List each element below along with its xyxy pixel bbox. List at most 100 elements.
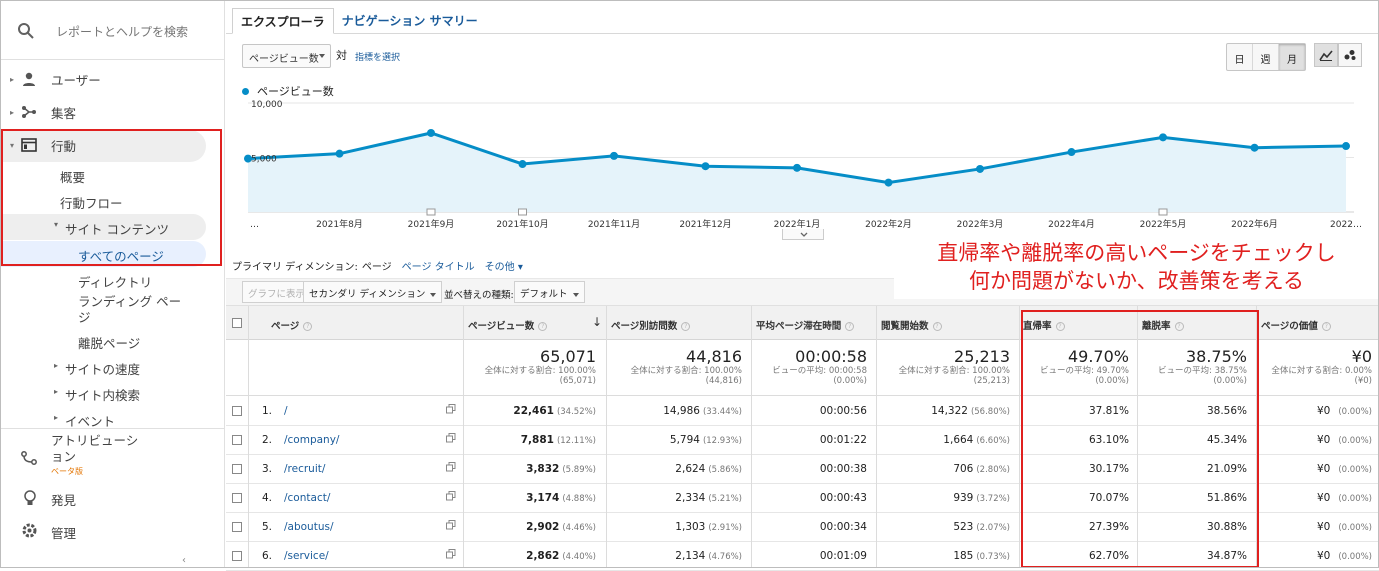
lightbulb-icon xyxy=(24,490,36,505)
header-pageviews[interactable]: ページビュー数? xyxy=(468,318,548,332)
bubble-chart-icon xyxy=(1344,50,1356,60)
total-sub: (0.00%) xyxy=(833,376,867,386)
x-tick-label: 2021年11月 xyxy=(588,218,640,230)
sort-desc-icon[interactable]: ↓ xyxy=(592,315,602,329)
header-avg-time[interactable]: 平均ページ滞在時間? xyxy=(756,318,855,332)
cell-entrances: 14,322 (56.80%) xyxy=(931,405,1010,417)
help-icon: ? xyxy=(932,322,942,331)
secondary-dimension-select[interactable]: セカンダリ ディメンション xyxy=(303,281,443,303)
row-number: 3. xyxy=(262,463,273,475)
data-point[interactable] xyxy=(1067,148,1076,157)
sidebar-sub-exit-pages[interactable]: 離脱ページ xyxy=(78,333,140,352)
row-checkbox[interactable] xyxy=(232,406,242,416)
page-link[interactable]: /service/ xyxy=(284,550,329,562)
page-link[interactable]: /aboutus/ xyxy=(284,521,334,533)
select-all-checkbox[interactable] xyxy=(232,318,242,328)
annotation-marker[interactable] xyxy=(518,208,527,216)
data-point[interactable] xyxy=(335,149,344,158)
data-point[interactable] xyxy=(1159,133,1167,142)
total-sub: (¥0) xyxy=(1354,376,1372,386)
page-link[interactable]: /recruit/ xyxy=(284,463,325,475)
open-page-icon[interactable] xyxy=(446,433,456,446)
cell-unique-pageviews: 2,624 (5.86%) xyxy=(675,463,742,475)
row-checkbox[interactable] xyxy=(232,493,242,503)
dimension-page-title-link[interactable]: ページ タイトル xyxy=(402,258,475,273)
pageviews-line-chart: 10,000 5,000 … 2021年8月 2021年9月 2021年10月 2021年1… xyxy=(244,100,1362,230)
total-cell: ¥0 全体に対する割合: 0.00% (¥0) xyxy=(1271,347,1372,386)
data-point[interactable] xyxy=(1342,142,1350,151)
total-sub: ビューの平均: 00:00:58 xyxy=(772,366,867,376)
open-page-icon[interactable] xyxy=(446,404,456,417)
total-sub: 全体に対する割合: 100.00% xyxy=(898,366,1010,376)
sidebar-sub-landing-pages[interactable]: ランディング ページ xyxy=(78,294,182,326)
x-tick-label: 2022… xyxy=(1330,220,1362,230)
line-chart-button[interactable] xyxy=(1314,43,1338,67)
period-week-button[interactable]: 週 xyxy=(1253,44,1279,70)
select-metric-link[interactable]: 指標を選択 xyxy=(355,50,400,63)
chart-collapse-handle[interactable] xyxy=(782,229,824,240)
series-area xyxy=(248,132,1346,212)
tab-navigation-summary[interactable]: ナビゲーション サマリー xyxy=(334,8,486,34)
total-cell: 25,213 全体に対する割合: 100.00% (25,213) xyxy=(899,347,1010,386)
collapse-sidebar-icon[interactable]: ‹ xyxy=(182,555,186,566)
data-point[interactable] xyxy=(427,128,435,137)
sidebar-sub-site-search[interactable]: サイト内検索 xyxy=(65,385,140,404)
legend-dot xyxy=(242,87,249,95)
report-search[interactable]: レポートとヘルプを検索 xyxy=(0,0,225,60)
chevron-down-icon xyxy=(430,292,437,297)
sidebar-item-discover[interactable]: 発見 xyxy=(51,490,76,509)
sidebar-item-attribution[interactable]: アトリビューション xyxy=(51,433,149,465)
period-month-button[interactable]: 月 xyxy=(1279,44,1305,70)
open-page-icon[interactable] xyxy=(446,549,456,562)
sort-type-select[interactable]: デフォルト xyxy=(514,281,585,303)
row-checkbox[interactable] xyxy=(232,435,242,445)
row-checkbox[interactable] xyxy=(232,551,242,561)
x-tick-label: 2021年12月 xyxy=(679,218,731,230)
cell-pageviews: 2,862 (4.40%) xyxy=(526,550,596,562)
search-icon xyxy=(18,23,34,39)
data-point[interactable] xyxy=(884,178,893,187)
header-entrances[interactable]: 閲覧開始数? xyxy=(881,318,942,332)
period-day-button[interactable]: 日 xyxy=(1227,44,1253,70)
annotation-marker[interactable] xyxy=(1158,208,1168,216)
tab-explorer[interactable]: エクスプローラ xyxy=(232,8,334,34)
cell-avg-time: 00:00:56 xyxy=(819,405,867,417)
behavior-highlight-box xyxy=(1,129,222,266)
dimension-page: ページ xyxy=(361,262,392,273)
total-sub: (25,213) xyxy=(973,376,1010,386)
page-link[interactable]: /company/ xyxy=(284,434,339,446)
header-page[interactable]: ページ? xyxy=(271,318,313,332)
sort-type-label: 並べ替えの種類: xyxy=(444,290,514,301)
cell-entrances: 185 (0.73%) xyxy=(953,550,1010,562)
page-link[interactable]: / xyxy=(284,405,288,417)
page-link[interactable]: /contact/ xyxy=(284,492,330,504)
open-page-icon[interactable] xyxy=(446,520,456,533)
cell-avg-time: 00:01:09 xyxy=(819,550,867,562)
motion-chart-button[interactable] xyxy=(1338,43,1362,67)
data-point[interactable] xyxy=(610,151,618,160)
sidebar: レポートとヘルプを検索 ▸ ユーザー ▸ 集客 ▾ 行動 概要 行動フロー ▾ … xyxy=(0,0,225,568)
row-checkbox[interactable] xyxy=(232,522,242,532)
total-value: ¥0 xyxy=(1351,347,1372,366)
plot-rows-button[interactable]: グラフに表示 xyxy=(242,281,312,303)
data-point[interactable] xyxy=(793,163,801,172)
chevron-down-icon xyxy=(319,54,325,58)
row-checkbox[interactable] xyxy=(232,464,242,474)
open-page-icon[interactable] xyxy=(446,462,456,475)
data-point[interactable] xyxy=(518,160,527,169)
sidebar-item-admin[interactable]: 管理 xyxy=(51,523,76,542)
row-number: 5. xyxy=(262,521,273,533)
header-page-value[interactable]: ページの価値? xyxy=(1261,318,1331,332)
annotation-marker[interactable] xyxy=(426,208,436,216)
data-point[interactable] xyxy=(1250,143,1259,152)
open-page-icon[interactable] xyxy=(446,491,456,504)
dimension-other-link[interactable]: その他 ▾ xyxy=(485,258,523,273)
metric-select[interactable]: ページビュー数 xyxy=(242,44,331,68)
data-point[interactable] xyxy=(976,164,984,173)
sidebar-sub-directory[interactable]: ディレクトリ xyxy=(78,272,152,291)
data-point[interactable] xyxy=(701,162,710,171)
header-unique-pageviews[interactable]: ページ別訪問数? xyxy=(611,318,691,332)
sidebar-sub-site-speed[interactable]: サイトの速度 xyxy=(65,359,140,378)
cell-avg-time: 00:00:34 xyxy=(819,521,867,533)
total-cell: 65,071 全体に対する割合: 100.00% (65,071) xyxy=(485,347,596,386)
